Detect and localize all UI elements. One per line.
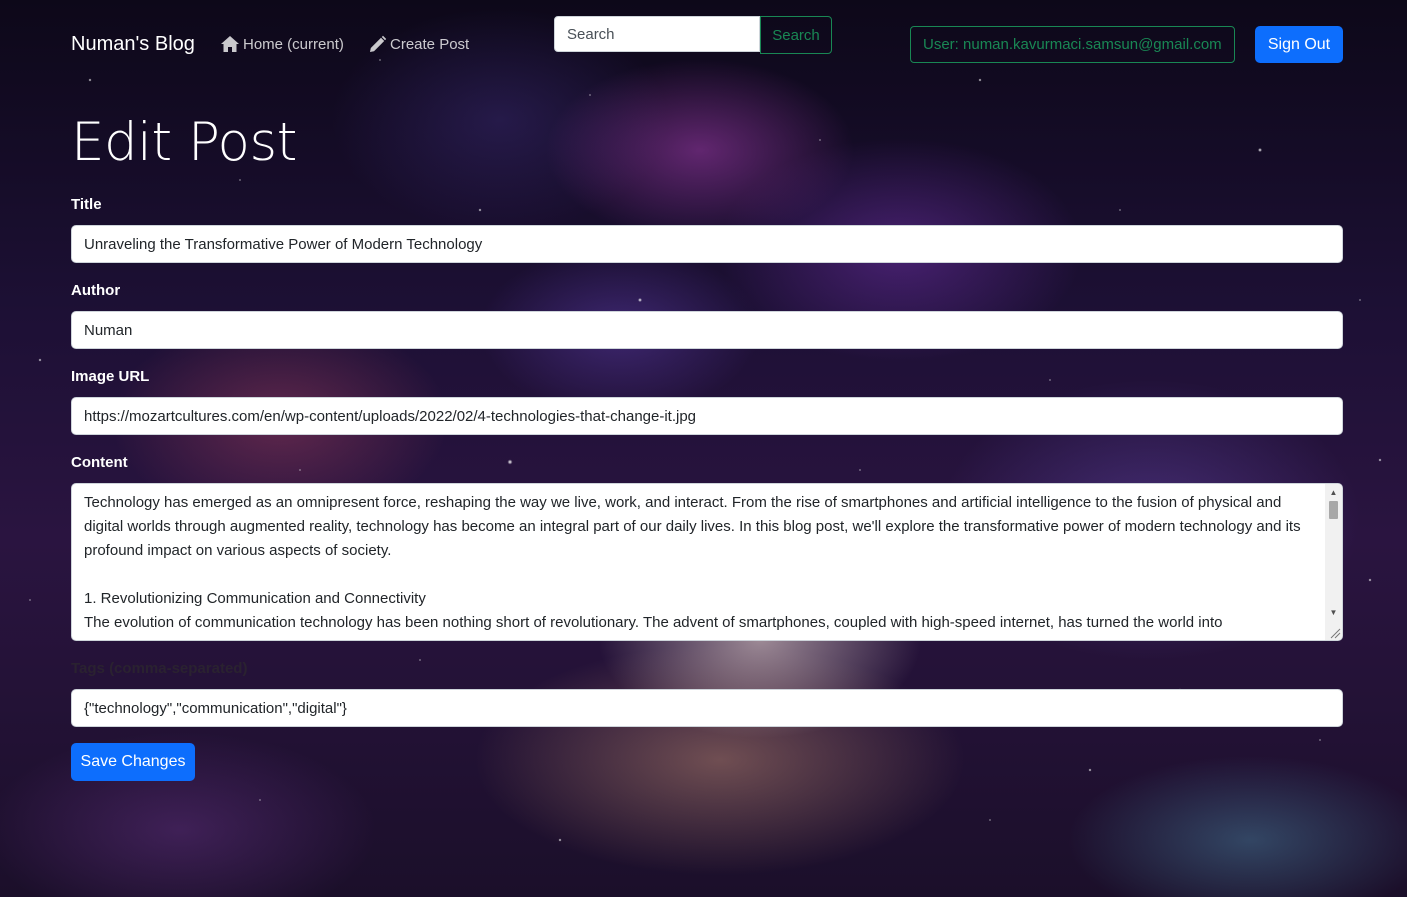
content-label: Content — [71, 454, 128, 471]
title-input[interactable] — [71, 225, 1343, 263]
content-field: Technology has emerged as an omnipresent… — [71, 483, 1343, 641]
navbar: Numan's Blog Home (current) Create Post … — [71, 0, 1343, 90]
tags-label: Tags (comma-separated) — [71, 660, 248, 677]
scroll-up-arrow-icon[interactable]: ▲ — [1325, 486, 1342, 500]
image-url-label: Image URL — [71, 368, 150, 385]
brand-link[interactable]: Numan's Blog — [71, 33, 195, 56]
search-input[interactable] — [554, 16, 760, 52]
pencil-icon — [370, 35, 387, 52]
nav-create-post-label: Create Post — [390, 36, 470, 53]
user-email-badge: User: numan.kavurmaci.samsun@gmail.com — [910, 26, 1235, 63]
search-form: Search — [554, 16, 832, 54]
content-scrollbar[interactable]: ▲ ▼ — [1325, 484, 1342, 640]
image-url-input[interactable] — [71, 397, 1343, 435]
sign-out-button[interactable]: Sign Out — [1255, 26, 1343, 63]
page-container: Numan's Blog Home (current) Create Post … — [71, 0, 1343, 781]
author-label: Author — [71, 282, 121, 299]
nav-create-post-link[interactable]: Create Post — [368, 35, 469, 54]
save-changes-button[interactable]: Save Changes — [71, 743, 195, 781]
nav-home-label: Home (current) — [243, 35, 344, 53]
scroll-thumb[interactable] — [1329, 501, 1338, 519]
nav-home-link[interactable]: Home (current) — [220, 35, 344, 53]
search-button[interactable]: Search — [760, 16, 832, 54]
content-textarea[interactable]: Technology has emerged as an omnipresent… — [72, 484, 1326, 640]
home-icon — [221, 36, 239, 52]
author-input[interactable] — [71, 311, 1343, 349]
scroll-down-arrow-icon[interactable]: ▼ — [1325, 606, 1342, 620]
tags-input[interactable] — [71, 689, 1343, 727]
page-title: Edit Post — [71, 112, 297, 173]
resize-grip-icon[interactable] — [1329, 627, 1341, 639]
title-label: Title — [71, 196, 102, 213]
